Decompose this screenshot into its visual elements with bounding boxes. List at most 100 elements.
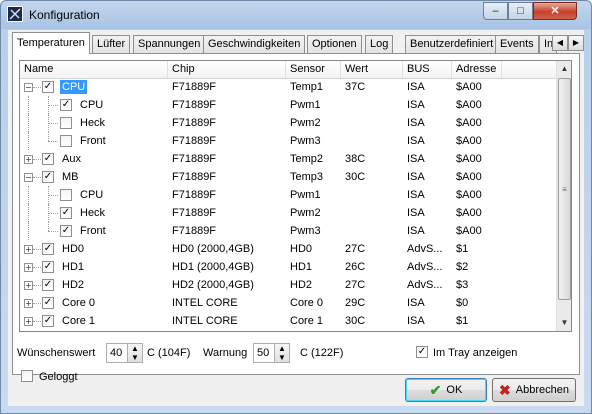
table-row[interactable]: − ✓ CPU F71889F Temp1 37C ISA $A00 [20,78,556,96]
vertical-scrollbar[interactable]: ▲ ≡ ▼ [556,61,571,331]
cell-chip: F71889F [172,207,217,219]
tab-geschwindigkeiten[interactable]: Geschwindigkeiten [203,35,306,53]
cell-sensor: Pwm2 [290,117,321,129]
row-checkbox[interactable]: ✓ [42,261,54,273]
geloggt-checkbox[interactable] [21,370,33,382]
row-checkbox[interactable]: ✓ [60,99,72,111]
scroll-down-icon[interactable]: ▼ [557,315,571,331]
cell-sensor: Pwm3 [290,225,321,237]
cell-sensor: HD0 [290,243,313,255]
table-row[interactable]: − ✓ MB F71889F Temp3 30C ISA $A00 [20,168,556,186]
row-checkbox[interactable] [60,135,72,147]
row-checkbox[interactable] [60,189,72,201]
window-title: Konfiguration [29,8,100,22]
tab-scroll-right-icon[interactable]: ▶ [568,35,584,51]
cell-chip: INTEL CORE [172,297,238,309]
warnung-input[interactable]: 50 [253,343,275,363]
cell-sensor: Temp3 [290,171,324,183]
tab-events[interactable]: Events [495,35,539,53]
maximize-button[interactable]: □ [508,2,533,20]
wunschwert-unit: C (104F) [147,347,191,359]
table-row[interactable]: Front F71889F Pwm3 ISA $A00 [20,132,556,150]
expand-icon[interactable]: + [24,155,33,164]
close-button[interactable]: ✕ [533,2,577,20]
tab-benutzerdefiniert[interactable]: Benutzerdefiniert [405,35,499,53]
expand-icon[interactable]: + [24,263,33,272]
cell-bus: ISA [407,297,425,309]
tab-scroll-left-icon[interactable]: ◀ [552,35,568,51]
tab-spannungen[interactable]: Spannungen [133,35,206,53]
row-checkbox[interactable]: ✓ [42,171,54,183]
expand-icon[interactable]: + [24,317,33,326]
table-row[interactable]: + ✓ HD1 HD1 (2000,4GB) HD1 26C AdvS... $2 [20,258,556,276]
column-header-chip[interactable]: Chip [168,61,286,78]
scroll-thumb[interactable]: ≡ [558,78,571,300]
table-row[interactable]: + ✓ HD2 HD2 (2000,4GB) HD2 27C AdvS... $3 [20,276,556,294]
title-bar[interactable]: Konfiguration – □ ✕ [1,1,591,29]
table-row[interactable]: ✓ Front F71889F Pwm3 ISA $A00 [20,222,556,240]
spin-down-icon[interactable]: ▼ [275,353,289,362]
ok-button[interactable]: ✔ OK [405,378,487,402]
minimize-button[interactable]: – [483,2,508,20]
cell-bus: ISA [407,225,425,237]
cell-wert: 38C [345,153,366,165]
cell-chip: F71889F [172,153,217,165]
cell-chip: HD0 (2000,4GB) [172,243,254,255]
table-row[interactable]: CPU F71889F Pwm1 ISA $A00 [20,186,556,204]
table-row[interactable]: + ✓ Core 0 INTEL CORE Core 0 29C ISA $0 [20,294,556,312]
cell-bus: ISA [407,207,425,219]
tab-log[interactable]: Log [365,35,394,53]
expand-icon[interactable]: + [24,281,33,290]
sensor-tree-list[interactable]: Name Chip Sensor Wert BUS Adresse − ✓ CPU F… [19,60,572,332]
cell-adresse: $1 [456,315,469,327]
row-checkbox[interactable]: ✓ [42,279,54,291]
collapse-icon[interactable]: − [24,83,33,92]
cell-bus: ISA [407,117,425,129]
column-header-sensor[interactable]: Sensor [286,61,341,78]
cell-sensor: HD1 [290,261,313,273]
cancel-button[interactable]: ✖ Abbrechen [492,378,576,402]
row-name: HD2 [62,279,85,291]
row-checkbox[interactable]: ✓ [60,225,72,237]
spin-up-icon[interactable]: ▲ [275,344,289,353]
table-row[interactable]: ✓ CPU F71889F Pwm1 ISA $A00 [20,96,556,114]
row-checkbox[interactable]: ✓ [60,207,72,219]
row-checkbox[interactable] [60,117,72,129]
table-row[interactable]: ✓ Heck F71889F Pwm2 ISA $A00 [20,204,556,222]
tab-optionen[interactable]: Optionen [307,35,362,53]
column-header-name[interactable]: Name [20,61,168,78]
wunschwert-input[interactable]: 40 [106,343,128,363]
table-row[interactable]: + ✓ Core 1 INTEL CORE Core 1 30C ISA $1 [20,312,556,330]
scroll-up-icon[interactable]: ▲ [557,61,571,77]
cell-sensor: Pwm1 [290,99,321,111]
column-header-wert[interactable]: Wert [341,61,403,78]
row-checkbox[interactable]: ✓ [42,297,54,309]
expand-icon[interactable]: + [24,245,33,254]
row-checkbox[interactable]: ✓ [42,243,54,255]
table-row[interactable]: + ✓ HD0 HD0 (2000,4GB) HD0 27C AdvS... $1 [20,240,556,258]
column-header-adresse[interactable]: Adresse [452,61,502,78]
row-name: Front [80,225,106,237]
table-row[interactable]: Heck F71889F Pwm2 ISA $A00 [20,114,556,132]
row-checkbox[interactable]: ✓ [42,315,54,327]
warnung-stepper[interactable]: ▲ ▼ [274,343,290,363]
table-row[interactable]: + ✓ Aux F71889F Temp2 38C ISA $A00 [20,150,556,168]
tab-luefter[interactable]: Lüfter [92,35,131,53]
row-name: MB [62,171,79,183]
cell-chip: F71889F [172,135,217,147]
column-header-bus[interactable]: BUS [403,61,452,78]
temperaturen-panel: Name Chip Sensor Wert BUS Adresse − ✓ CPU F… [12,53,580,383]
collapse-icon[interactable]: − [24,173,33,182]
spin-up-icon[interactable]: ▲ [128,344,142,353]
cell-sensor: Temp2 [290,153,324,165]
row-checkbox[interactable]: ✓ [42,81,54,93]
spin-down-icon[interactable]: ▼ [128,353,142,362]
expand-icon[interactable]: + [24,299,33,308]
cell-adresse: $A00 [456,99,482,111]
tab-temperaturen[interactable]: Temperaturen [12,32,90,54]
warnung-unit: C (122F) [300,347,344,359]
tray-checkbox[interactable]: ✓ [416,346,428,358]
wunschwert-stepper[interactable]: ▲ ▼ [127,343,143,363]
row-checkbox[interactable]: ✓ [42,153,54,165]
geloggt-label: Geloggt [39,371,78,383]
